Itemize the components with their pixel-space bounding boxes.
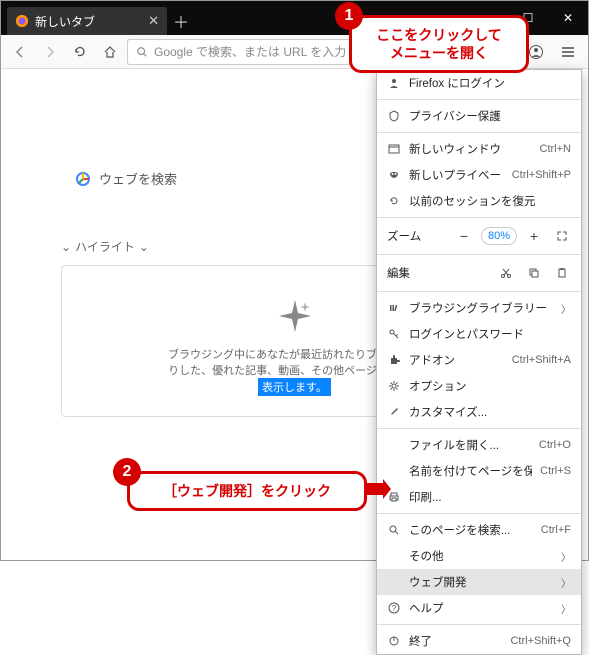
window-icon (387, 142, 401, 156)
chevron-right-icon: 〉 (561, 549, 571, 564)
browser-tab[interactable]: 新しいタブ ✕ (7, 7, 167, 35)
menu-new-private-window[interactable]: 新しいプライベートウィンドウ Ctrl+Shift+P (377, 162, 581, 188)
tab-title: 新しいタブ (35, 13, 95, 30)
separator (377, 99, 581, 100)
separator (377, 132, 581, 133)
account-icon (387, 76, 401, 90)
sparkle-icon (275, 296, 315, 336)
copy-button[interactable] (523, 262, 545, 284)
annotation-callout-2: ［ウェブ開発］をクリック (127, 471, 367, 511)
menu-signin[interactable]: Firefox にログイン (377, 70, 581, 96)
zoom-in-button[interactable]: + (523, 225, 545, 247)
separator (377, 291, 581, 292)
home-button[interactable] (97, 39, 123, 65)
shortcut: Ctrl+O (539, 439, 571, 451)
chevron-right-icon: 〉 (561, 601, 571, 616)
menu-addons[interactable]: アドオン Ctrl+Shift+A (377, 347, 581, 373)
back-button[interactable] (7, 39, 33, 65)
menu-customize[interactable]: カスタマイズ... (377, 399, 581, 425)
highlights-chevron-2: ⌄ (139, 240, 149, 254)
annotation-callout-1: ここをクリックして メニューを開く (349, 15, 529, 73)
close-tab-icon[interactable]: ✕ (148, 13, 159, 29)
shortcut: Ctrl+S (540, 465, 571, 477)
menu-web-developer[interactable]: ウェブ開発 〉 (377, 569, 581, 595)
menu-help[interactable]: ? ヘルプ 〉 (377, 595, 581, 621)
edit-label: 編集 (385, 265, 489, 281)
separator (377, 254, 581, 255)
reload-button[interactable] (67, 39, 93, 65)
separator (377, 513, 581, 514)
menu-logins[interactable]: ログインとパスワード (377, 321, 581, 347)
google-icon (75, 171, 91, 187)
key-icon (387, 327, 401, 341)
menu-privacy[interactable]: プライバシー保護 (377, 103, 581, 129)
app-menu: Firefox にログイン プライバシー保護 新しいウィンドウ Ctrl+N 新… (376, 69, 582, 655)
card-link[interactable]: 表示します。 (258, 378, 331, 396)
forward-button[interactable] (37, 39, 63, 65)
restore-icon (387, 194, 401, 208)
address-bar-placeholder: Google で検索、または URL を入力しま (154, 43, 370, 60)
annotation-badge-2: 2 (113, 458, 141, 486)
paste-button[interactable] (551, 262, 573, 284)
power-icon (387, 634, 401, 648)
search-placeholder: ウェブを検索 (99, 169, 177, 188)
menu-options[interactable]: オプション (377, 373, 581, 399)
gear-icon (387, 379, 401, 393)
shortcut: Ctrl+Shift+P (512, 169, 571, 181)
shield-icon (387, 109, 401, 123)
menu-zoom-row: ズーム − 80% + (377, 221, 581, 251)
menu-button[interactable] (554, 39, 582, 65)
zoom-percent[interactable]: 80% (481, 227, 517, 245)
menu-restore-session[interactable]: 以前のセッションを復元 (377, 188, 581, 214)
menu-find[interactable]: このページを検索... Ctrl+F (377, 517, 581, 543)
close-window-button[interactable]: ✕ (548, 1, 588, 35)
highlights-label: ハイライト (75, 238, 135, 255)
menu-edit-row: 編集 (377, 258, 581, 288)
separator (377, 217, 581, 218)
menu-new-window[interactable]: 新しいウィンドウ Ctrl+N (377, 136, 581, 162)
library-icon (387, 301, 401, 315)
new-tab-button[interactable]: ＋ (167, 7, 195, 35)
shortcut: Ctrl+Shift+A (512, 354, 571, 366)
mask-icon (387, 168, 401, 182)
menu-print[interactable]: 印刷... (377, 484, 581, 510)
menu-open-file[interactable]: ファイルを開く... Ctrl+O (377, 432, 581, 458)
search-icon (136, 46, 148, 58)
shortcut: Ctrl+N (540, 143, 571, 155)
chevron-right-icon: 〉 (561, 575, 571, 590)
separator (377, 428, 581, 429)
menu-exit[interactable]: 終了 Ctrl+Shift+Q (377, 628, 581, 654)
shortcut: Ctrl+Shift+Q (510, 635, 571, 647)
zoom-out-button[interactable]: − (453, 225, 475, 247)
chevron-right-icon: 〉 (561, 301, 571, 316)
menu-library[interactable]: ブラウジングライブラリー 〉 (377, 295, 581, 321)
menu-more[interactable]: その他 〉 (377, 543, 581, 569)
cut-button[interactable] (495, 262, 517, 284)
menu-save-as[interactable]: 名前を付けてページを保存... Ctrl+S (377, 458, 581, 484)
highlights-chevron: ⌄ (61, 240, 71, 254)
help-icon: ? (387, 601, 401, 615)
search-icon (387, 523, 401, 537)
annotation-badge-1: 1 (335, 2, 363, 30)
svg-text:?: ? (392, 604, 397, 613)
paint-icon (387, 405, 401, 419)
puzzle-icon (387, 353, 401, 367)
separator (377, 624, 581, 625)
shortcut: Ctrl+F (541, 524, 571, 536)
fullscreen-button[interactable] (551, 225, 573, 247)
firefox-favicon (15, 14, 29, 28)
zoom-label: ズーム (385, 228, 447, 244)
